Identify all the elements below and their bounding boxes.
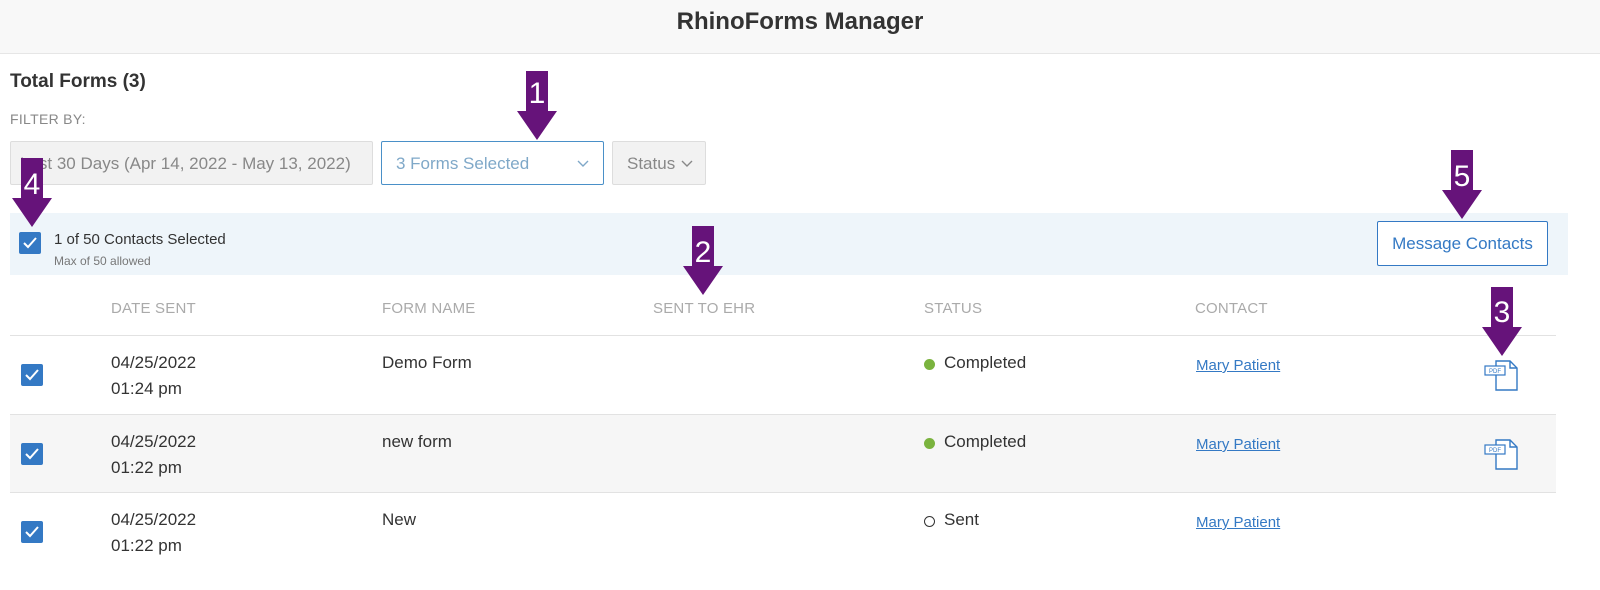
time-sent: 01:24 pm <box>111 379 182 398</box>
date-range-filter[interactable]: Last 30 Days (Apr 14, 2022 - May 13, 202… <box>10 141 373 185</box>
status-text: Sent <box>944 510 979 529</box>
status-filter-value: Status <box>627 154 676 173</box>
pdf-icon[interactable]: PDF <box>1484 359 1520 393</box>
filter-by-label: FILTER BY: <box>10 111 86 127</box>
message-contacts-button[interactable]: Message Contacts <box>1377 221 1548 266</box>
svg-text:PDF: PDF <box>1489 369 1501 375</box>
time-sent: 01:22 pm <box>111 536 182 555</box>
status-filter-dropdown[interactable]: Status <box>612 141 706 185</box>
annotation-number: 5 <box>1454 160 1471 193</box>
pdf-icon[interactable]: PDF <box>1484 438 1520 472</box>
checkmark-icon <box>25 369 39 381</box>
date-sent: 04/25/2022 <box>111 353 197 372</box>
svg-text:PDF: PDF <box>1489 448 1501 454</box>
annotation-arrow-1: 1 <box>517 71 557 140</box>
forms-filter-dropdown[interactable]: 3 Forms Selected <box>381 141 604 185</box>
column-header-form-name[interactable]: FORM NAME <box>382 300 475 317</box>
status-text: Completed <box>944 353 1027 372</box>
annotation-arrow-5: 5 <box>1442 150 1482 219</box>
header-divider <box>10 335 1556 336</box>
status-text: Completed <box>944 432 1027 451</box>
annotation-arrow-2: 2 <box>683 226 723 295</box>
date-sent: 04/25/2022 <box>111 432 197 451</box>
form-name: Demo Form <box>382 353 472 372</box>
status-dot <box>924 516 935 527</box>
chevron-down-icon <box>577 160 589 167</box>
checkmark-icon <box>25 526 39 538</box>
annotation-arrow-3: 3 <box>1482 287 1522 356</box>
annotation-number: 1 <box>529 77 546 110</box>
selection-limit-note: Max of 50 allowed <box>54 254 151 268</box>
column-header-date-sent[interactable]: DATE SENT <box>111 300 196 317</box>
selected-count: 1 of 50 Contacts Selected <box>54 231 226 248</box>
annotation-arrow-4: 4 <box>12 158 52 227</box>
header-bar: RhinoForms Manager <box>0 0 1600 54</box>
select-all-checkbox[interactable] <box>19 232 41 254</box>
checkmark-icon <box>23 237 37 249</box>
date-range-value: Last 30 Days (Apr 14, 2022 - May 13, 202… <box>20 154 351 173</box>
table-row-background <box>10 415 1556 492</box>
contact-link[interactable]: Mary Patient <box>1196 357 1280 374</box>
form-name: New <box>382 510 417 529</box>
form-name: new form <box>382 432 452 451</box>
status-dot <box>924 359 935 370</box>
time-sent: 01:22 pm <box>111 458 182 477</box>
column-header-contact[interactable]: CONTACT <box>1195 300 1268 317</box>
total-forms-heading: Total Forms (3) <box>10 71 146 92</box>
annotation-number: 3 <box>1494 296 1511 329</box>
row-checkbox[interactable] <box>21 521 43 543</box>
forms-filter-value: 3 Forms Selected <box>396 154 530 173</box>
annotation-number: 4 <box>24 168 41 201</box>
selection-bar <box>10 213 1568 275</box>
column-header-sent-to-ehr[interactable]: SENT TO EHR <box>653 300 755 317</box>
app-title: RhinoForms Manager <box>676 8 924 35</box>
annotation-number: 2 <box>695 236 712 269</box>
row-checkbox[interactable] <box>21 364 43 386</box>
row-checkbox[interactable] <box>21 443 43 465</box>
checkmark-icon <box>25 448 39 460</box>
status-dot <box>924 438 935 449</box>
contact-link[interactable]: Mary Patient <box>1196 514 1280 531</box>
contact-link[interactable]: Mary Patient <box>1196 436 1280 453</box>
column-header-status[interactable]: STATUS <box>924 300 982 317</box>
chevron-down-icon <box>681 160 693 167</box>
date-sent: 04/25/2022 <box>111 510 197 529</box>
row-divider <box>10 492 1556 493</box>
